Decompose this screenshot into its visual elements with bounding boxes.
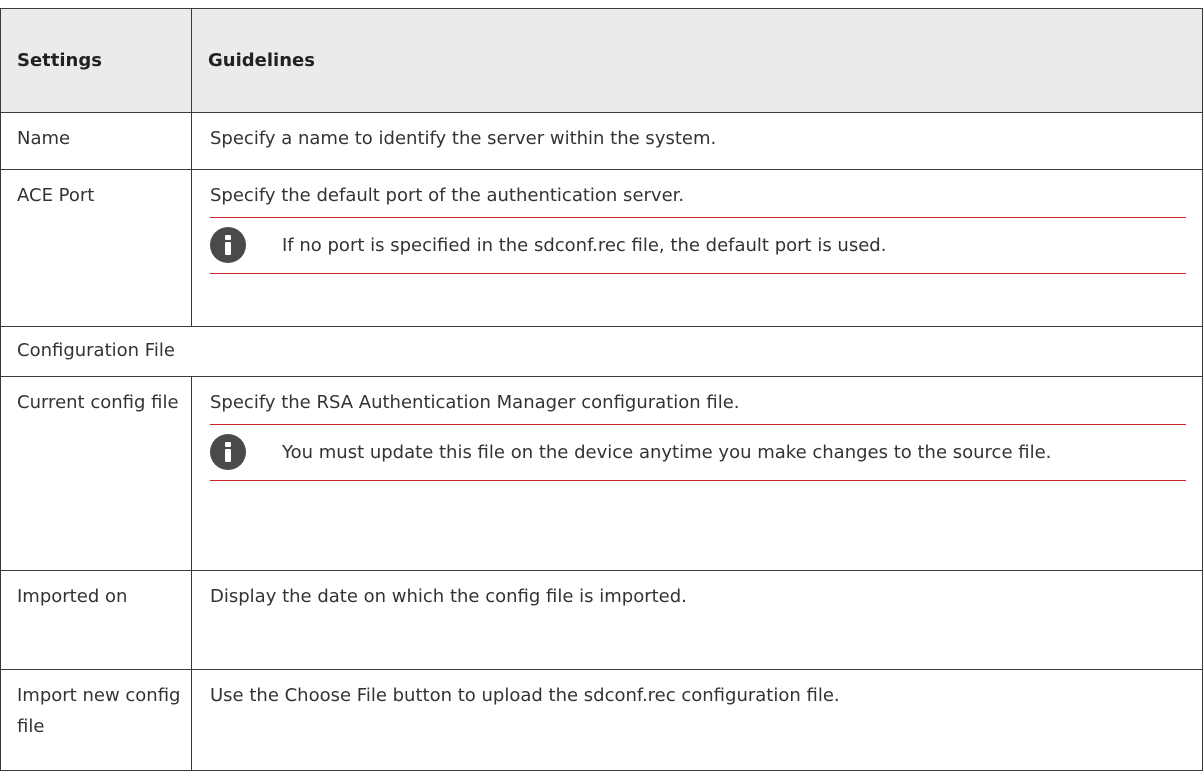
guideline-name: Specify a name to identify the server wi… (191, 112, 1203, 170)
guideline-imported-on: Display the date on which the config fil… (191, 570, 1203, 670)
table-header-row: Settings Guidelines (0, 8, 1203, 113)
table-row: Import new config file Use the Choose Fi… (0, 669, 1203, 771)
note-box: If no port is specified in the sdconf.re… (210, 218, 1186, 274)
guideline-current-config: Specify the RSA Authentication Manager c… (210, 387, 1186, 425)
settings-table: Settings Guidelines Name Specify a name … (0, 8, 1203, 771)
table-row: Imported on Display the date on which th… (0, 570, 1203, 670)
info-icon (210, 227, 246, 263)
table-row: ACE Port Specify the default port of the… (0, 169, 1203, 327)
setting-name: Name (0, 112, 192, 170)
guideline-current-config-cell: Specify the RSA Authentication Manager c… (191, 376, 1203, 571)
setting-current-config: Current config file (0, 376, 192, 571)
setting-imported-on: Imported on (0, 570, 192, 670)
guideline-ace-port-cell: Specify the default port of the authenti… (191, 169, 1203, 327)
guidelines-header: Guidelines (191, 8, 1203, 113)
note-text: You must update this file on the device … (282, 441, 1052, 463)
guideline-import-new: Use the Choose File button to upload the… (191, 669, 1203, 771)
note-box: You must update this file on the device … (210, 425, 1186, 481)
settings-header: Settings (0, 8, 192, 113)
table-row: Current config file Specify the RSA Auth… (0, 376, 1203, 571)
section-title: Configuration File (0, 326, 1203, 377)
info-icon (210, 434, 246, 470)
guideline-ace-port: Specify the default port of the authenti… (210, 180, 1186, 218)
note-text: If no port is specified in the sdconf.re… (282, 234, 887, 256)
section-row: Configuration File (0, 326, 1203, 377)
table-row: Name Specify a name to identify the serv… (0, 112, 1203, 170)
setting-ace-port: ACE Port (0, 169, 192, 327)
setting-import-new: Import new config file (0, 669, 192, 771)
